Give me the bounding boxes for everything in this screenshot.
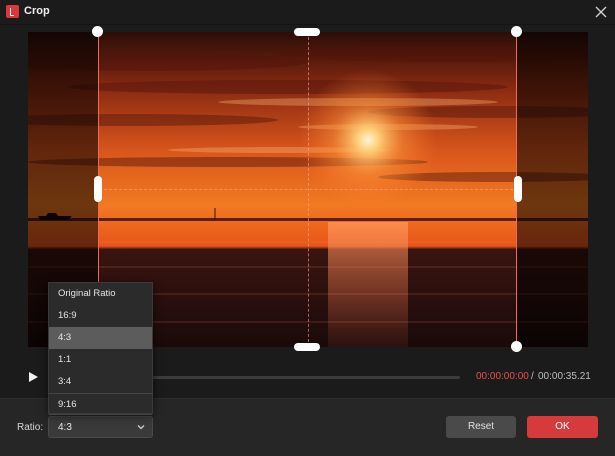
ratio-option-1-1[interactable]: 1:1 — [49, 349, 152, 371]
time-separator: / — [531, 371, 534, 382]
crop-guide-horizontal — [99, 189, 518, 190]
ratio-option-original[interactable]: Original Ratio — [49, 283, 152, 305]
crop-handle-top-right[interactable] — [511, 26, 522, 37]
ratio-option-16-9[interactable]: 16:9 — [49, 305, 152, 327]
crop-handle-top[interactable] — [294, 28, 320, 36]
ratio-dropdown: Original Ratio 16:9 4:3 1:1 3:4 9:16 — [48, 282, 153, 415]
ratio-label: Ratio: — [17, 422, 44, 433]
ratio-select[interactable]: 4:3 — [48, 416, 153, 438]
ratio-option-4-3[interactable]: 4:3 — [49, 327, 152, 349]
window-title: Crop — [24, 5, 50, 17]
close-icon — [595, 6, 607, 18]
ratio-option-9-16[interactable]: 9:16 — [49, 393, 152, 415]
title-bar: Crop — [0, 0, 615, 25]
total-time: 00:00:35.21 — [538, 371, 591, 382]
play-button[interactable] — [26, 370, 40, 384]
chevron-down-icon — [137, 425, 145, 430]
app-logo-icon — [6, 5, 19, 18]
crop-handle-bottom[interactable] — [294, 343, 320, 351]
progress-bar[interactable] — [152, 376, 460, 379]
ratio-option-3-4[interactable]: 3:4 — [49, 371, 152, 393]
crop-handle-right[interactable] — [514, 176, 522, 202]
crop-handle-bottom-right[interactable] — [511, 341, 522, 352]
current-time: 00:00:00:00 — [476, 371, 529, 382]
crop-mask-right — [517, 32, 588, 347]
crop-handle-top-left[interactable] — [92, 26, 103, 37]
ratio-select-value: 4:3 — [58, 422, 72, 433]
reset-button[interactable]: Reset — [446, 416, 516, 438]
ok-button[interactable]: OK — [527, 416, 598, 438]
crop-region[interactable] — [98, 32, 518, 347]
crop-handle-left[interactable] — [94, 176, 102, 202]
play-icon — [29, 372, 38, 382]
close-button[interactable] — [593, 4, 609, 20]
